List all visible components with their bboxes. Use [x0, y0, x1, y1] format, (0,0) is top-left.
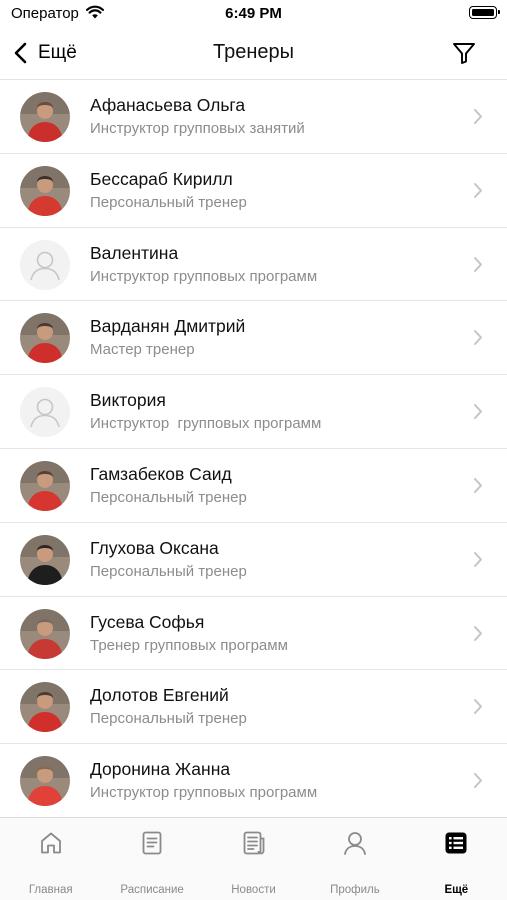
filter-icon[interactable]: [451, 40, 477, 66]
tab-profile-label: Профиль: [330, 884, 380, 896]
news-icon: [243, 831, 264, 855]
profile-icon: [344, 832, 366, 855]
chevron-right-icon: [474, 182, 482, 198]
trainer-role: Персональный тренер: [90, 562, 247, 580]
page-title: Тренеры: [212, 41, 294, 63]
tab-schedule-label: Расписание: [120, 884, 184, 896]
avatar: [20, 165, 70, 216]
trainer-name: Доронина Жанна: [90, 759, 231, 780]
trainer-name: Гусева Софья: [90, 611, 205, 632]
trainer-role: Персональный тренер: [90, 488, 247, 506]
chevron-right-icon: [474, 773, 482, 789]
avatar: [20, 460, 70, 511]
avatar: [20, 534, 70, 585]
trainer-role: Персональный тренер: [90, 193, 247, 211]
tab-home[interactable]: Главная: [0, 818, 101, 900]
avatar-placeholder-icon: [20, 239, 70, 290]
trainer-name: Долотов Евгений: [90, 685, 229, 706]
chevron-right-icon: [474, 625, 482, 641]
status-bar: Оператор 6:49 PM: [0, 0, 507, 28]
trainer-name: Валентина: [90, 242, 179, 263]
trainer-row[interactable]: Долотов Евгений Персональный тренер: [0, 670, 507, 745]
trainer-role: Мастер тренер: [90, 341, 195, 359]
trainer-list: Афанасьева Ольга Инструктор групповых зан…: [0, 80, 507, 817]
chevron-right-icon: [474, 404, 482, 420]
battery-icon: [469, 6, 500, 19]
tab-home-label: Главная: [28, 884, 73, 896]
tab-more-label: Ещё: [444, 884, 469, 896]
trainer-role: Инструктор групповых программ: [90, 415, 322, 433]
trainer-role: Персональный тренер: [90, 710, 247, 728]
trainer-name: Афанасьева Ольга: [90, 95, 246, 115]
tab-news-label: Новости: [231, 884, 276, 896]
trainer-role: Инструктор групповых занятий: [90, 120, 305, 137]
trainer-name: Глухова Оксана: [90, 537, 219, 558]
trainer-row[interactable]: Гусева Софья Тренер групповых программ: [0, 597, 507, 671]
trainer-name: Виктория: [90, 390, 166, 411]
avatar: [20, 92, 70, 142]
trainer-name: Варданян Дмитрий: [90, 316, 246, 337]
trainer-name: Гамзабеков Саид: [90, 463, 232, 484]
avatar-placeholder-icon: [20, 387, 70, 438]
avatar: [20, 313, 70, 364]
avatar: [20, 756, 70, 807]
trainer-row[interactable]: Валентина Инструктор групповых программ: [0, 228, 507, 302]
trainer-row[interactable]: Афанасьева Ольга Инструктор групповых зан…: [0, 80, 507, 154]
chevron-right-icon: [474, 256, 482, 272]
trainer-row[interactable]: Бессараб Кирилл Персональный тренер: [0, 154, 507, 228]
chevron-right-icon: [474, 109, 482, 124]
chevron-right-icon: [474, 551, 482, 567]
more-icon: [445, 832, 467, 854]
trainer-row[interactable]: Глухова Оксана Персональный тренер: [0, 523, 507, 597]
tab-bar: Главная Расписание Новости Профиль Ещё: [0, 817, 507, 900]
tab-more[interactable]: Ещё: [406, 818, 507, 900]
tab-schedule[interactable]: Расписание: [101, 818, 202, 900]
chevron-right-icon: [474, 699, 482, 715]
chevron-right-icon: [474, 330, 482, 346]
navigation-bar: Ещё Тренеры: [0, 28, 507, 80]
home-icon: [40, 832, 61, 854]
schedule-icon: [142, 831, 162, 855]
tab-profile[interactable]: Профиль: [304, 818, 405, 900]
trainer-role: Инструктор групповых программ: [90, 267, 318, 285]
trainer-role: Инструктор групповых программ: [90, 784, 318, 802]
trainer-row[interactable]: Доронина Жанна Инструктор групповых прогр…: [0, 744, 507, 817]
trainer-row[interactable]: Варданян Дмитрий Мастер тренер: [0, 301, 507, 376]
trainer-row[interactable]: Виктория Инструктор групповых программ: [0, 375, 507, 449]
avatar: [20, 608, 70, 659]
trainer-row[interactable]: Гамзабеков Саид Персональный тренер: [0, 449, 507, 523]
tab-news[interactable]: Новости: [203, 818, 304, 900]
chevron-right-icon: [474, 477, 482, 493]
trainer-name: Бессараб Кирилл: [90, 168, 233, 189]
status-time: 6:49 PM: [225, 5, 282, 22]
avatar: [20, 682, 70, 733]
trainer-role: Тренер групповых программ: [90, 636, 288, 654]
